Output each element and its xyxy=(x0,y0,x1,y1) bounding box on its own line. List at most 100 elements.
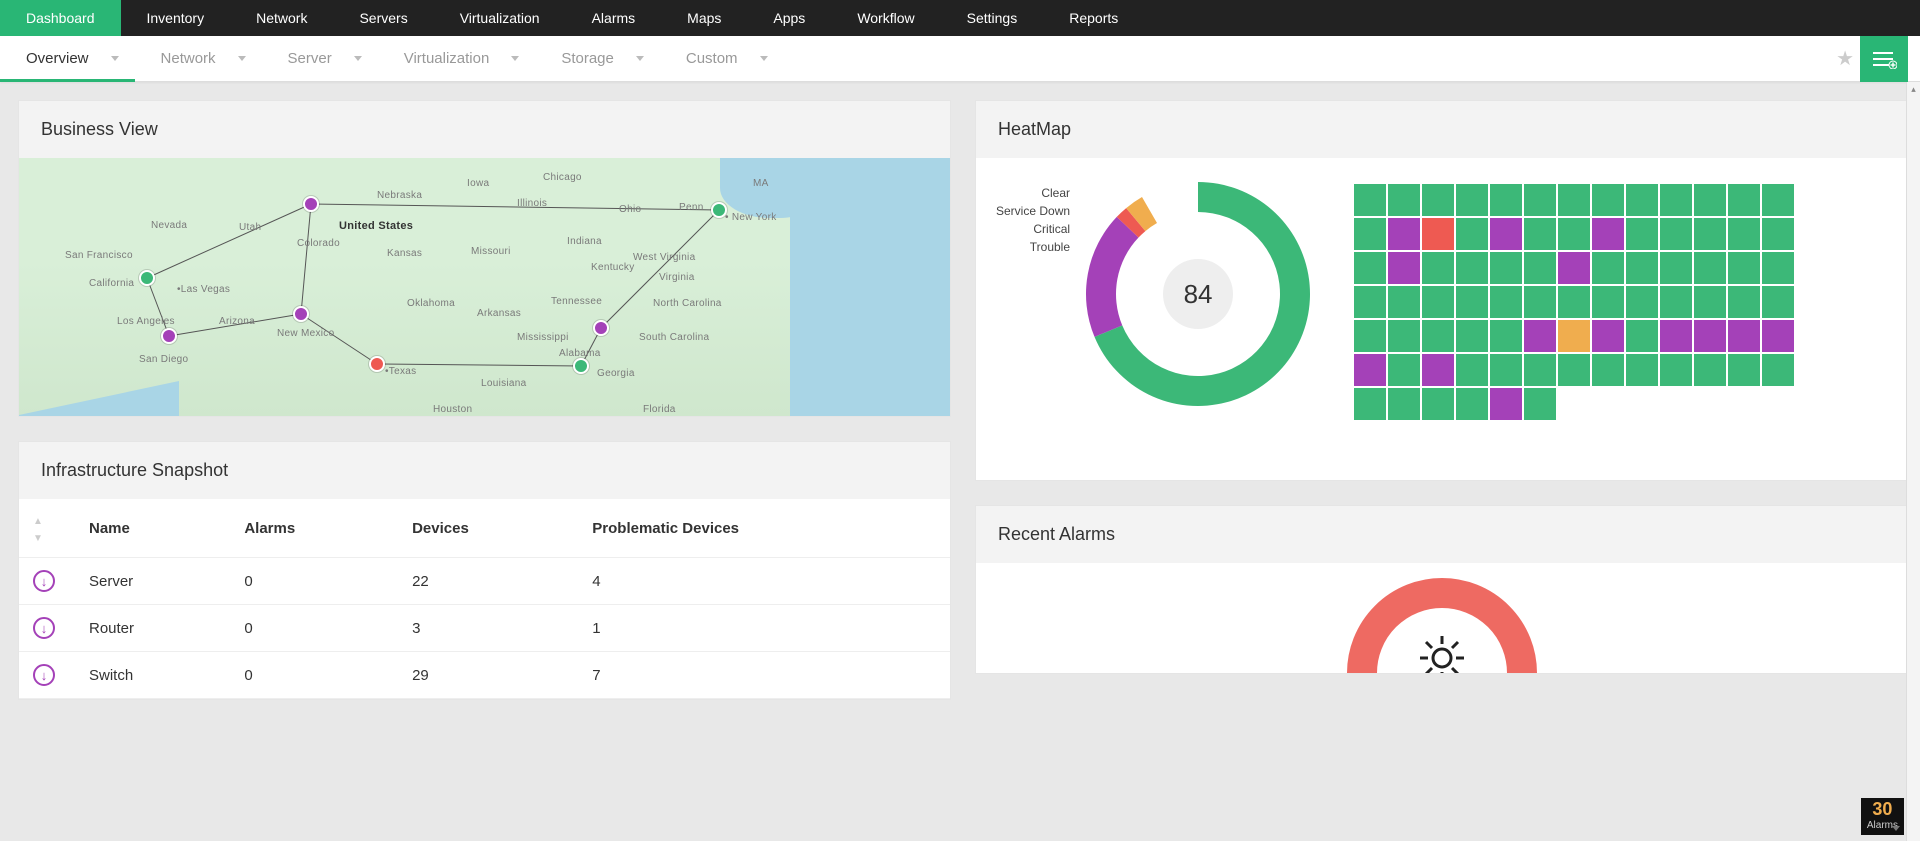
heatmap-cell[interactable] xyxy=(1626,252,1658,284)
heatmap-cell[interactable] xyxy=(1524,184,1556,216)
subnav-item-server[interactable]: Server xyxy=(262,36,378,81)
heatmap-cell[interactable] xyxy=(1558,354,1590,386)
map-node-san-francisco[interactable] xyxy=(139,270,155,286)
heatmap-cell[interactable] xyxy=(1592,252,1624,284)
heatmap-cell[interactable] xyxy=(1660,320,1692,352)
heatmap-cell[interactable] xyxy=(1762,184,1794,216)
heatmap-cell[interactable] xyxy=(1456,252,1488,284)
heatmap-cell[interactable] xyxy=(1524,354,1556,386)
favorite-icon[interactable]: ★ xyxy=(1836,46,1854,71)
heatmap-cell[interactable] xyxy=(1422,252,1454,284)
heatmap-cell[interactable] xyxy=(1694,218,1726,250)
heatmap-cell[interactable] xyxy=(1728,286,1760,318)
topnav-tab-reports[interactable]: Reports xyxy=(1043,0,1144,36)
heatmap-cell[interactable] xyxy=(1354,218,1386,250)
heatmap-cell[interactable] xyxy=(1388,184,1420,216)
heatmap-cell[interactable] xyxy=(1422,218,1454,250)
sort-column-header[interactable]: ▲▼ xyxy=(19,499,75,558)
heatmap-cell[interactable] xyxy=(1694,252,1726,284)
heatmap-cell[interactable] xyxy=(1592,354,1624,386)
heatmap-cell[interactable] xyxy=(1728,252,1760,284)
topnav-tab-inventory[interactable]: Inventory xyxy=(121,0,231,36)
heatmap-cell[interactable] xyxy=(1694,184,1726,216)
col-name[interactable]: Name xyxy=(75,499,230,558)
topnav-tab-maps[interactable]: Maps xyxy=(661,0,747,36)
heatmap-cell[interactable] xyxy=(1354,320,1386,352)
heatmap-cell[interactable] xyxy=(1456,286,1488,318)
heatmap-cell[interactable] xyxy=(1694,354,1726,386)
col-alarms[interactable]: Alarms xyxy=(230,499,398,558)
table-row[interactable]: ↓Router031 xyxy=(19,605,950,652)
heatmap-cell[interactable] xyxy=(1490,354,1522,386)
heatmap-cell[interactable] xyxy=(1626,320,1658,352)
table-row[interactable]: ↓Switch0297 xyxy=(19,652,950,699)
map-node-new-mexico[interactable] xyxy=(293,306,309,322)
heatmap-cell[interactable] xyxy=(1558,218,1590,250)
table-row[interactable]: ↓Server0224 xyxy=(19,558,950,605)
col-problematic[interactable]: Problematic Devices xyxy=(578,499,950,558)
heatmap-cell[interactable] xyxy=(1422,354,1454,386)
heatmap-cell[interactable] xyxy=(1422,388,1454,420)
drill-down-icon[interactable]: ↓ xyxy=(33,617,55,639)
heatmap-cell[interactable] xyxy=(1558,286,1590,318)
heatmap-cell[interactable] xyxy=(1490,252,1522,284)
heatmap-cell[interactable] xyxy=(1626,286,1658,318)
heatmap-cell[interactable] xyxy=(1388,388,1420,420)
heatmap-cell[interactable] xyxy=(1558,320,1590,352)
heatmap-cell[interactable] xyxy=(1660,184,1692,216)
heatmap-cell[interactable] xyxy=(1762,252,1794,284)
heatmap-cell[interactable] xyxy=(1354,286,1386,318)
heatmap-cell[interactable] xyxy=(1524,388,1556,420)
heatmap-cell[interactable] xyxy=(1762,286,1794,318)
subnav-item-storage[interactable]: Storage xyxy=(535,36,660,81)
heatmap-grid[interactable] xyxy=(1354,178,1794,420)
heatmap-cell[interactable] xyxy=(1660,252,1692,284)
alarm-notification-pill[interactable]: 30 Alarms xyxy=(1861,798,1904,835)
heatmap-cell[interactable] xyxy=(1728,320,1760,352)
topnav-tab-settings[interactable]: Settings xyxy=(941,0,1044,36)
vertical-scrollbar[interactable]: ▴ xyxy=(1906,82,1920,841)
map-node-new-york[interactable] xyxy=(711,202,727,218)
heatmap-cell[interactable] xyxy=(1388,218,1420,250)
heatmap-cell[interactable] xyxy=(1490,388,1522,420)
heatmap-cell[interactable] xyxy=(1626,184,1658,216)
heatmap-cell[interactable] xyxy=(1490,218,1522,250)
heatmap-cell[interactable] xyxy=(1456,388,1488,420)
drill-down-icon[interactable]: ↓ xyxy=(33,664,55,686)
heatmap-donut[interactable]: 84 xyxy=(1082,178,1314,410)
heatmap-cell[interactable] xyxy=(1388,320,1420,352)
map-node-georgia[interactable] xyxy=(573,358,589,374)
heatmap-cell[interactable] xyxy=(1660,218,1692,250)
heatmap-cell[interactable] xyxy=(1694,286,1726,318)
heatmap-cell[interactable] xyxy=(1660,286,1692,318)
heatmap-cell[interactable] xyxy=(1490,184,1522,216)
heatmap-cell[interactable] xyxy=(1728,354,1760,386)
topnav-tab-alarms[interactable]: Alarms xyxy=(566,0,662,36)
heatmap-cell[interactable] xyxy=(1388,286,1420,318)
heatmap-cell[interactable] xyxy=(1388,354,1420,386)
heatmap-cell[interactable] xyxy=(1524,286,1556,318)
map-node-carolina[interactable] xyxy=(593,320,609,336)
heatmap-cell[interactable] xyxy=(1660,354,1692,386)
heatmap-cell[interactable] xyxy=(1762,354,1794,386)
heatmap-cell[interactable] xyxy=(1626,354,1658,386)
subnav-item-custom[interactable]: Custom xyxy=(660,36,784,81)
heatmap-cell[interactable] xyxy=(1456,320,1488,352)
map-node-san-diego[interactable] xyxy=(161,328,177,344)
topnav-tab-servers[interactable]: Servers xyxy=(333,0,433,36)
heatmap-cell[interactable] xyxy=(1626,218,1658,250)
heatmap-cell[interactable] xyxy=(1728,184,1760,216)
add-widget-button[interactable] xyxy=(1860,36,1908,82)
heatmap-cell[interactable] xyxy=(1524,218,1556,250)
heatmap-cell[interactable] xyxy=(1422,320,1454,352)
subnav-item-virtualization[interactable]: Virtualization xyxy=(378,36,536,81)
topnav-tab-workflow[interactable]: Workflow xyxy=(831,0,940,36)
donut-slice-service-down[interactable] xyxy=(1086,217,1139,337)
heatmap-cell[interactable] xyxy=(1558,252,1590,284)
heatmap-cell[interactable] xyxy=(1558,184,1590,216)
heatmap-cell[interactable] xyxy=(1694,320,1726,352)
heatmap-cell[interactable] xyxy=(1456,218,1488,250)
heatmap-cell[interactable] xyxy=(1456,354,1488,386)
map-node-colorado[interactable] xyxy=(303,196,319,212)
topnav-tab-virtualization[interactable]: Virtualization xyxy=(434,0,566,36)
